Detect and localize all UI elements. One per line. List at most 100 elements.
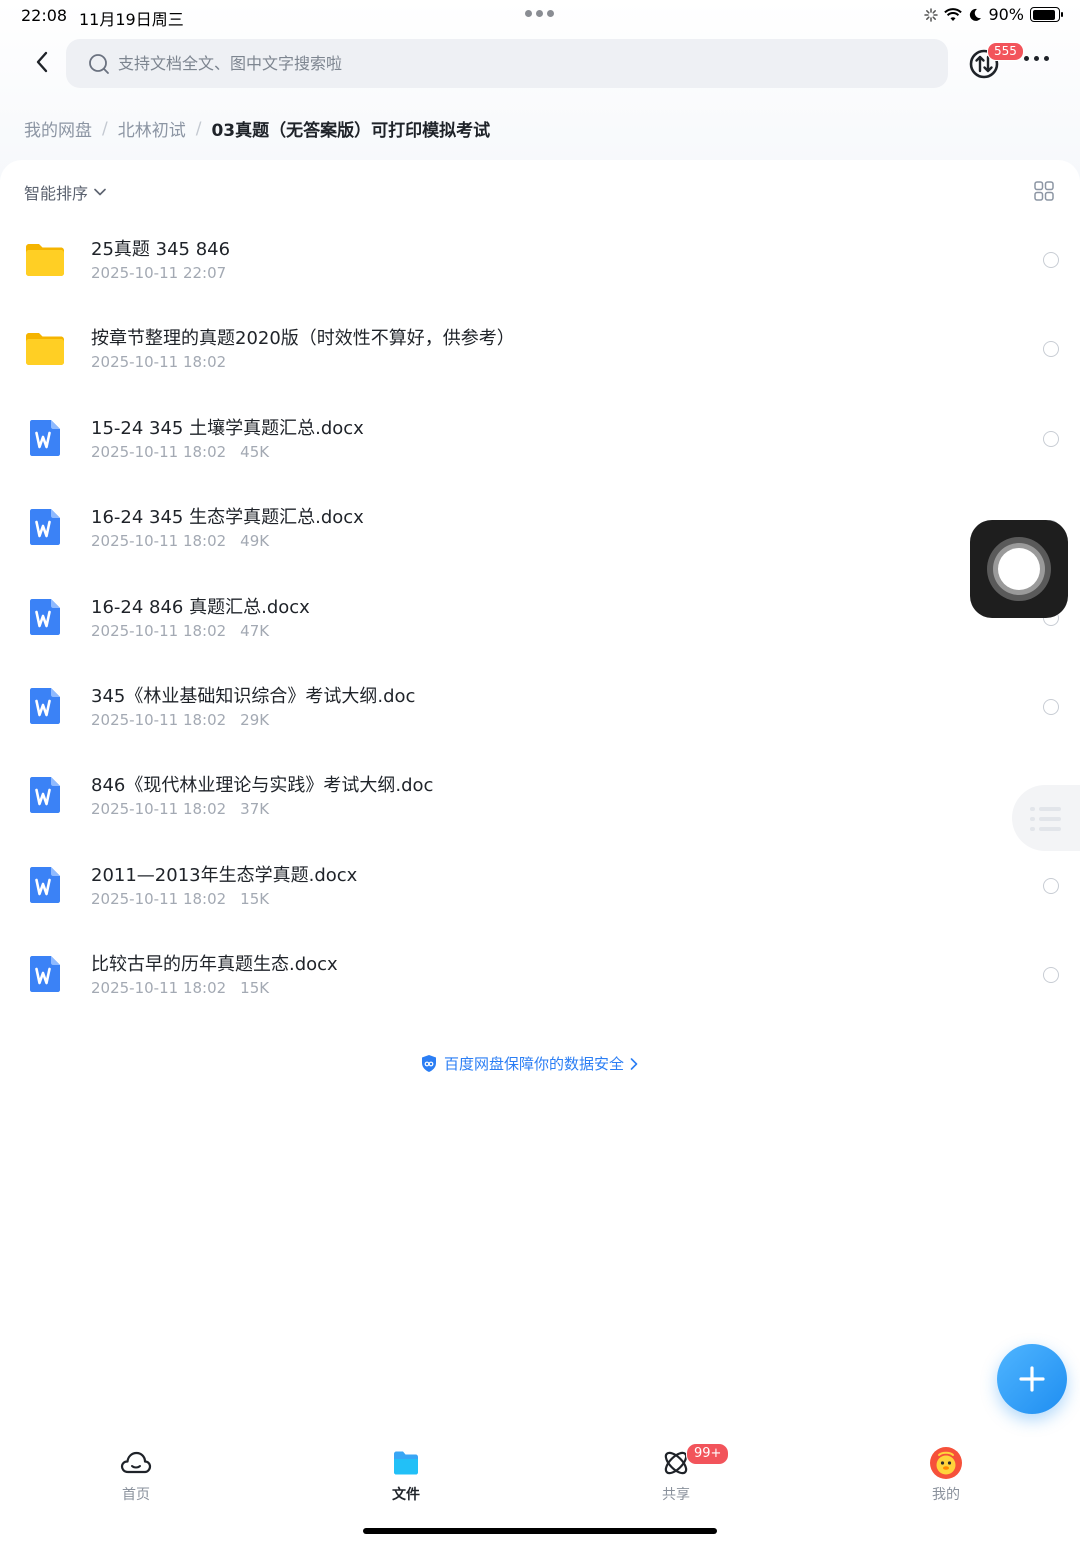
breadcrumb-separator: / <box>195 118 202 139</box>
nav-label-me: 我的 <box>932 1487 960 1503</box>
search-input[interactable] <box>118 54 878 73</box>
select-checkbox[interactable] <box>1043 341 1059 358</box>
file-name: 25真题 345 846 <box>91 239 231 260</box>
chevron-down-icon <box>94 188 106 196</box>
file-meta: 2025-10-11 18:02 29K <box>91 711 269 729</box>
file-date: 2025-10-11 22:07 <box>91 264 227 282</box>
grid-view-icon[interactable] <box>1034 181 1054 201</box>
file-meta: 2025-10-11 18:02 37K <box>91 800 269 818</box>
file-date: 2025-10-11 18:02 <box>91 442 227 461</box>
file-name: 846《现代林业理论与实践》考试大纲.doc <box>91 775 434 797</box>
breadcrumb-current: 03真题（无答案版）可打印模拟考试 <box>211 121 491 141</box>
file-row[interactable]: 2011—2013年生态学真题.docx 2025-10-11 18:02 15K <box>0 840 1080 929</box>
file-row[interactable]: 按章节整理的真题2020版（时效性不算好，供参考） 2025-10-11 18:0… <box>0 303 1080 392</box>
cloud-icon <box>120 1451 152 1474</box>
file-row[interactable]: 15-24 345 土壤学真题汇总.docx 2025-10-11 18:02 45… <box>0 393 1080 482</box>
select-checkbox[interactable] <box>1043 430 1059 447</box>
file-meta: 2025-10-11 18:02 15K <box>91 890 269 908</box>
assistive-touch-button[interactable] <box>970 520 1068 618</box>
shield-icon <box>422 1055 436 1072</box>
chevron-left-icon <box>36 51 48 73</box>
file-date: 2025-10-11 18:02 <box>91 979 227 998</box>
chevron-right-icon <box>630 1057 638 1070</box>
file-name: 16-24 345 生态学真题汇总.docx <box>91 507 364 529</box>
file-size: 29K <box>240 710 270 729</box>
sort-button[interactable]: 智能排序 <box>24 180 106 204</box>
status-time: 22:08 <box>21 6 68 25</box>
wifi-icon <box>944 7 963 21</box>
nav-label-share: 共享 <box>662 1487 690 1503</box>
folder-icon <box>26 333 64 366</box>
file-date: 2025-10-11 18:02 <box>91 889 227 908</box>
file-size: 49K <box>240 532 270 551</box>
breadcrumb-item-parent[interactable]: 北林初试 <box>118 116 186 141</box>
status-date: 11月19日周三 <box>79 10 184 29</box>
file-name: 2011—2013年生态学真题.docx <box>91 864 358 886</box>
file-row[interactable]: 846《现代林业理论与实践》考试大纲.doc 2025-10-11 18:02 37… <box>0 750 1080 839</box>
file-date: 2025-10-11 18:02 <box>91 710 227 729</box>
file-name: 16-24 846 真题汇总.docx <box>91 596 310 618</box>
select-checkbox[interactable] <box>1043 252 1059 268</box>
word-doc-icon <box>30 777 60 814</box>
share-badge: 99+ <box>686 1443 730 1465</box>
file-panel: 智能排序 25真题 345 846 2025-10-11 22:07 按章节整理的真… <box>0 160 1080 1430</box>
file-row[interactable]: 16-24 345 生态学真题汇总.docx 2025-10-11 18:02 49… <box>0 482 1080 571</box>
word-doc-icon <box>30 509 60 546</box>
multitasking-dots[interactable] <box>525 10 554 17</box>
file-name: 按章节整理的真题2020版（时效性不算好，供参考） <box>91 328 515 350</box>
transfer-badge: 555 <box>987 42 1024 61</box>
file-row[interactable]: 16-24 846 真题汇总.docx 2025-10-11 18:02 47K <box>0 572 1080 661</box>
home-indicator[interactable] <box>363 1528 717 1534</box>
nav-item-me[interactable]: 我的 <box>906 1446 986 1504</box>
file-date: 2025-10-11 18:02 <box>91 353 227 372</box>
search-icon <box>89 53 109 74</box>
select-checkbox[interactable] <box>1043 967 1059 984</box>
select-checkbox[interactable] <box>1043 698 1059 715</box>
plus-icon <box>1019 1366 1045 1392</box>
file-size: 15K <box>240 979 270 998</box>
word-doc-icon <box>30 956 60 993</box>
file-meta: 2025-10-11 18:02 47K <box>91 622 269 640</box>
side-menu-handle[interactable] <box>1012 785 1080 851</box>
word-doc-icon <box>30 866 60 903</box>
file-list: 25真题 345 846 2025-10-11 22:07 按章节整理的真题2020… <box>0 214 1080 1019</box>
file-meta: 2025-10-11 22:07 <box>91 264 226 282</box>
folder-icon <box>26 244 64 276</box>
loading-icon <box>924 7 939 22</box>
back-button[interactable] <box>28 48 56 76</box>
nav-item-home[interactable]: 首页 <box>96 1446 176 1504</box>
search-bar[interactable] <box>66 39 948 88</box>
word-doc-icon <box>30 419 60 456</box>
file-row[interactable]: 比较古早的历年真题生态.docx 2025-10-11 18:02 15K <box>0 929 1080 1018</box>
nav-label-files: 文件 <box>392 1487 420 1503</box>
file-name: 15-24 345 土壤学真题汇总.docx <box>91 417 364 439</box>
file-name: 比较古早的历年真题生态.docx <box>91 954 338 976</box>
select-checkbox[interactable] <box>1043 877 1059 894</box>
folder-icon <box>394 1451 418 1475</box>
more-options-button[interactable] <box>1024 56 1049 61</box>
file-size: 45K <box>240 442 270 461</box>
file-meta: 2025-10-11 18:02 15K <box>91 979 269 997</box>
file-size: 47K <box>240 621 270 640</box>
file-row[interactable]: 345《林业基础知识综合》考试大纲.doc 2025-10-11 18:02 29K <box>0 661 1080 750</box>
sort-label: 智能排序 <box>24 184 89 203</box>
avatar-icon <box>930 1447 962 1479</box>
moon-icon <box>970 8 982 21</box>
file-meta: 2025-10-11 18:02 49K <box>91 532 269 550</box>
file-size: 15K <box>240 889 270 908</box>
add-button[interactable] <box>997 1344 1067 1414</box>
list-icon <box>1030 807 1061 831</box>
nav-item-files[interactable]: 文件 <box>366 1446 446 1504</box>
word-doc-icon <box>30 687 60 724</box>
status-bar: 22:08 11月19日周三 90% <box>0 0 1080 32</box>
file-meta: 2025-10-11 18:02 45K <box>91 443 269 461</box>
battery-level <box>1032 9 1055 20</box>
status-indicators: 90% <box>924 5 1063 24</box>
battery-percent: 90% <box>988 5 1024 24</box>
file-size: 37K <box>240 800 270 819</box>
breadcrumb-item-root[interactable]: 我的网盘 <box>24 116 92 141</box>
file-date: 2025-10-11 18:02 <box>91 800 227 819</box>
file-date: 2025-10-11 18:02 <box>91 621 227 640</box>
file-row[interactable]: 25真题 345 846 2025-10-11 22:07 <box>0 214 1080 303</box>
security-link[interactable]: 百度网盘保障你的数据安全 <box>420 1053 638 1074</box>
